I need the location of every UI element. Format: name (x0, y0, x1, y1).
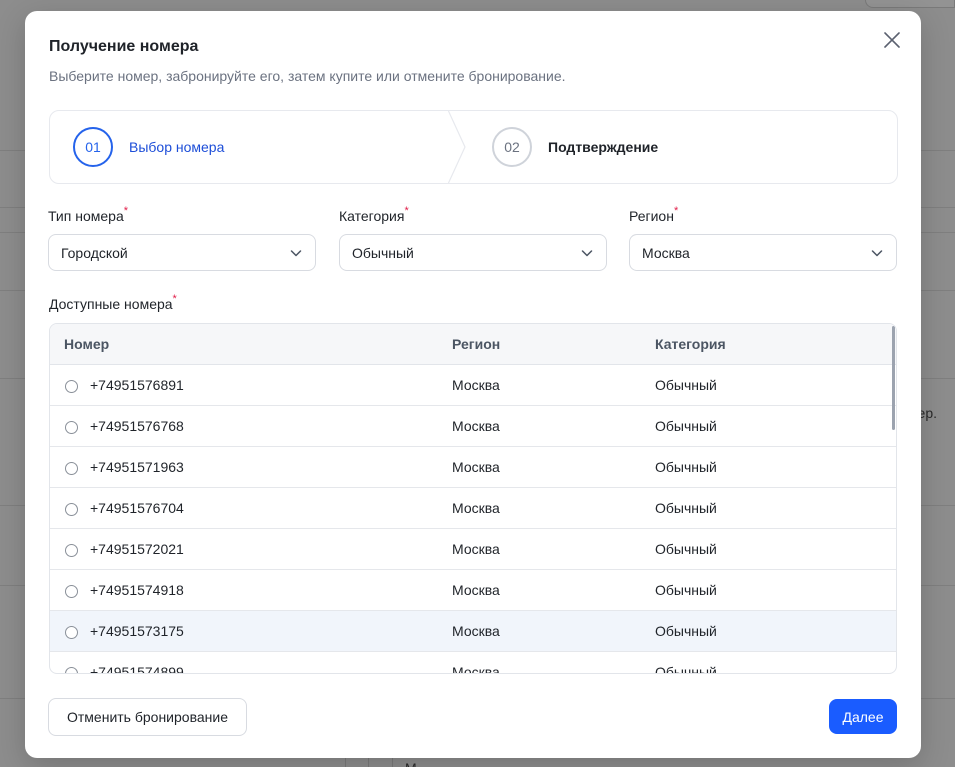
cell-category: Обычный (655, 582, 717, 598)
stepper: 01 Выбор номера 02 Подтверждение (49, 110, 898, 184)
modal-title: Получение номера (49, 38, 199, 55)
region-field: Регион* Москва (629, 205, 897, 271)
radio-button[interactable] (65, 462, 78, 475)
table-row[interactable]: +74951573175 Москва Обычный (50, 611, 896, 652)
chevron-down-icon (581, 249, 593, 256)
cell-region: Москва (452, 664, 500, 674)
step-divider-arrow (448, 111, 466, 183)
required-mark: * (172, 293, 177, 305)
step-confirmation[interactable]: 02 Подтверждение (492, 111, 658, 183)
cell-category: Обычный (655, 459, 717, 475)
column-header-number[interactable]: Номер (64, 336, 109, 352)
cell-region: Москва (452, 500, 500, 516)
region-select[interactable]: Москва (629, 234, 897, 271)
column-header-category[interactable]: Категория (655, 336, 726, 352)
table-row[interactable]: +74951576704 Москва Обычный (50, 488, 896, 529)
cell-category: Обычный (655, 418, 717, 434)
get-number-modal: Получение номера Выберите номер, заброни… (25, 11, 921, 758)
number-type-field: Тип номера* Городской (48, 205, 316, 271)
cell-number: +74951571963 (90, 459, 184, 475)
cell-category: Обычный (655, 623, 717, 639)
cell-region: Москва (452, 623, 500, 639)
category-field: Категория* Обычный (339, 205, 607, 271)
available-numbers-label: Доступные номера (49, 296, 173, 312)
table-row[interactable]: +74951576768 Москва Обычный (50, 406, 896, 447)
required-mark: * (673, 205, 679, 217)
cell-category: Обычный (655, 664, 717, 674)
cell-number: +74951576891 (90, 377, 184, 393)
step-label: Подтверждение (548, 139, 659, 155)
step-select-number[interactable]: 01 Выбор номера (73, 111, 224, 183)
cell-category: Обычный (655, 541, 717, 557)
number-type-label: Тип номера (48, 208, 124, 224)
next-button[interactable]: Далее (829, 699, 897, 734)
table-row[interactable]: +74951574918 Москва Обычный (50, 570, 896, 611)
table-scrollbar[interactable] (892, 326, 895, 430)
radio-button[interactable] (65, 585, 78, 598)
cell-number: +74951573175 (90, 623, 184, 639)
background-text: М (405, 760, 417, 767)
cell-category: Обычный (655, 377, 717, 393)
table-row[interactable]: +74951571963 Москва Обычный (50, 447, 896, 488)
modal-subtitle: Выберите номер, забронируйте его, затем … (49, 68, 566, 84)
chevron-down-icon (871, 249, 883, 256)
radio-button[interactable] (65, 544, 78, 557)
cell-region: Москва (452, 459, 500, 475)
column-header-region[interactable]: Регион (452, 336, 500, 352)
cell-number: +74951572021 (90, 541, 184, 557)
step-label: Выбор номера (129, 139, 225, 155)
table-header: Номер Регион Категория (50, 324, 896, 365)
table-row[interactable]: +74951576891 Москва Обычный (50, 365, 896, 406)
select-value: Обычный (352, 244, 414, 261)
close-button[interactable] (881, 29, 903, 51)
cell-number: +74951574918 (90, 582, 184, 598)
chevron-down-icon (290, 249, 302, 256)
cell-number: +74951576704 (90, 500, 184, 516)
table-row[interactable]: +74951574899 Москва Обычный (50, 652, 896, 674)
background-card (865, 0, 955, 8)
cell-region: Москва (452, 541, 500, 557)
available-numbers-table: Номер Регион Категория +74951576891 Москв… (49, 323, 897, 674)
table-body: +74951576891 Москва Обычный +74951576768 Мос… (50, 365, 896, 674)
step-number: 02 (492, 127, 532, 167)
cell-region: Москва (452, 582, 500, 598)
cell-region: Москва (452, 418, 500, 434)
cell-region: Москва (452, 377, 500, 393)
radio-button[interactable] (65, 503, 78, 516)
category-label: Категория (339, 208, 405, 224)
radio-button[interactable] (65, 421, 78, 434)
cell-category: Обычный (655, 500, 717, 516)
table-row[interactable]: +74951572021 Москва Обычный (50, 529, 896, 570)
radio-button[interactable] (65, 626, 78, 639)
close-icon[interactable] (881, 29, 903, 51)
radio-button[interactable] (65, 380, 78, 393)
radio-button[interactable] (65, 667, 78, 673)
category-select[interactable]: Обычный (339, 234, 607, 271)
required-mark: * (123, 205, 129, 217)
select-value: Москва (642, 244, 690, 261)
cell-number: +74951574899 (90, 664, 184, 674)
region-label: Регион (629, 208, 674, 224)
required-mark: * (404, 205, 409, 217)
select-value: Городской (61, 244, 128, 261)
number-type-select[interactable]: Городской (48, 234, 316, 271)
step-number: 01 (73, 127, 113, 167)
cell-number: +74951576768 (90, 418, 184, 434)
cancel-booking-button[interactable]: Отменить бронирование (48, 698, 247, 736)
